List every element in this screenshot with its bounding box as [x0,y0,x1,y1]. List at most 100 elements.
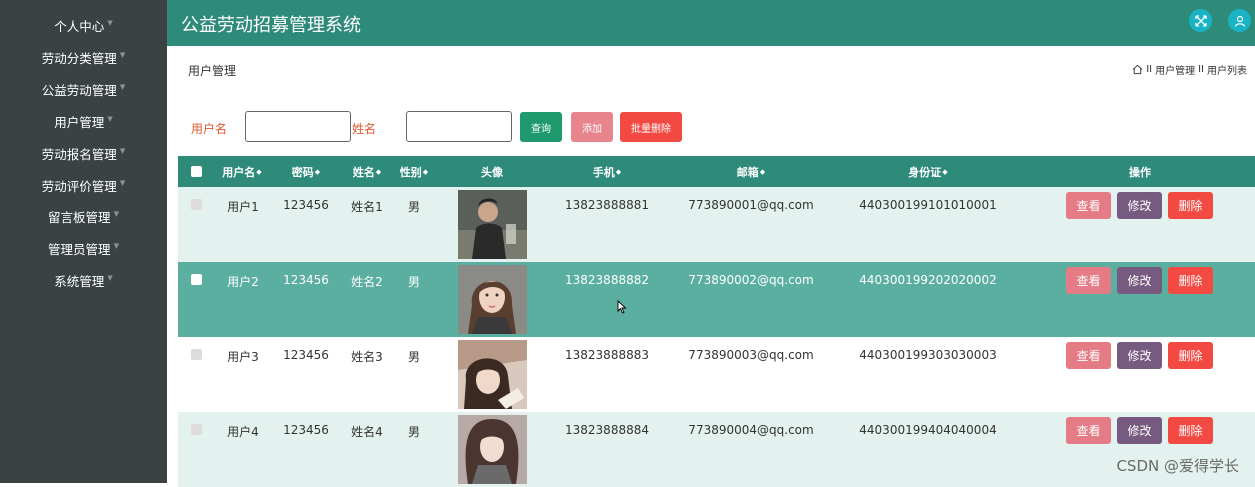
cell-id-card: 440300199303030003 [859,348,997,362]
edit-button[interactable]: 修改 [1117,267,1162,294]
column-email[interactable]: 邮箱 ◆ [737,156,765,187]
sidebar-item-messages[interactable]: 留言板管理 ▼ [0,202,167,230]
home-icon[interactable] [1132,64,1143,75]
row-checkbox[interactable] [191,274,202,285]
batch-delete-button[interactable]: 批量删除 [620,112,682,142]
cell-id-card: 440300199404040004 [859,423,997,437]
column-name[interactable]: 姓名 ◆ [353,156,381,187]
table-row[interactable]: 用户2 123456 姓名2 男 13823888882 773890002@q… [178,262,1255,337]
user-table: 用户名 ◆ 密码 ◆ 姓名 ◆ 性别 ◆ 头像 手机 ◆ 邮箱 ◆ 身份证 ◆ 操作 用户1 … [178,156,1255,487]
sidebar-item-label: 系统管理 [54,273,105,289]
delete-button[interactable]: 删除 [1168,267,1213,294]
sort-icon: ◆ [256,167,262,176]
column-label: 身份证 [908,165,942,179]
avatar [458,190,527,259]
delete-button[interactable]: 删除 [1168,417,1213,444]
sidebar-item-label: 个人中心 [54,18,105,34]
cell-password: 123456 [283,348,329,362]
column-id-card[interactable]: 身份证 ◆ [908,156,947,187]
user-button[interactable] [1228,9,1251,32]
sidebar: 个人中心 ▼ 劳动分类管理 ▼ 公益劳动管理 ▼ 用户管理 ▼ 劳动报名管理 ▼ 劳动评价… [0,0,167,483]
sidebar-item-labor-category[interactable]: 劳动分类管理 ▼ [0,43,167,71]
cell-username: 用户4 [227,425,259,439]
sort-icon: ◆ [422,167,429,176]
query-button[interactable]: 查询 [520,112,562,142]
sidebar-item-label: 公益劳动管理 [41,82,117,98]
row-checkbox[interactable] [191,424,202,435]
column-phone[interactable]: 手机 ◆ [593,156,621,187]
cell-gender: 男 [407,200,421,214]
sidebar-item-signup[interactable]: 劳动报名管理 ▼ [0,139,167,167]
column-label: 邮箱 [736,165,759,179]
column-username[interactable]: 用户名 ◆ [222,156,261,187]
sidebar-item-public-labor[interactable]: 公益劳动管理 ▼ [0,75,167,103]
table-row[interactable]: 用户1 123456 姓名1 男 13823888881 773890001@q… [178,187,1255,262]
caret-down-icon: ▼ [113,242,119,250]
mouse-cursor-icon [617,300,627,314]
row-checkbox[interactable] [191,349,202,360]
breadcrumb-separator: II [1198,64,1204,75]
sort-icon: ◆ [375,167,382,176]
cell-email: 773890002@qq.com [688,273,814,287]
view-button[interactable]: 查看 [1066,417,1111,444]
cell-name: 姓名1 [351,200,383,214]
delete-button[interactable]: 删除 [1168,192,1213,219]
cell-username: 用户2 [227,275,259,289]
sidebar-item-evaluation[interactable]: 劳动评价管理 ▼ [0,171,167,199]
select-all-checkbox[interactable] [191,166,202,177]
app-title: 公益劳动招募管理系统 [181,15,361,36]
view-button[interactable]: 查看 [1066,267,1111,294]
sidebar-item-label: 用户管理 [54,114,105,130]
sort-icon: ◆ [759,167,766,176]
column-label: 操作 [1129,165,1151,179]
table-row[interactable]: 用户3 123456 姓名3 男 13823888883 773890003@q… [178,337,1255,412]
user-icon [1234,15,1245,27]
cell-email: 773890004@qq.com [688,423,814,437]
column-label: 头像 [481,165,503,179]
sidebar-item-users[interactable]: 用户管理 ▼ [0,107,167,135]
caret-down-icon: ▼ [119,83,126,91]
page-title: 用户管理 [188,64,237,78]
edit-button[interactable]: 修改 [1117,342,1162,369]
cell-id-card: 440300199202020002 [859,273,997,287]
sidebar-item-system[interactable]: 系统管理 ▼ [0,266,167,294]
breadcrumb-separator: II [1146,64,1153,75]
sidebar-item-profile[interactable]: 个人中心 ▼ [0,11,167,39]
cell-password: 123456 [283,423,329,437]
column-gender[interactable]: 性别 ◆ [400,156,428,187]
view-button[interactable]: 查看 [1066,192,1111,219]
username-input[interactable] [245,111,351,142]
delete-button[interactable]: 删除 [1168,342,1213,369]
sort-icon: ◆ [314,167,321,176]
cell-phone: 13823888884 [565,423,649,437]
column-actions: 操作 [1129,156,1151,187]
sidebar-item-admins[interactable]: 管理员管理 ▼ [0,234,167,262]
top-bar: 公益劳动招募管理系统 [167,0,1255,46]
sidebar-item-label: 劳动报名管理 [41,146,117,162]
breadcrumb-item: 用户列表 [1207,66,1247,77]
caret-down-icon: ▼ [113,210,119,218]
breadcrumb-item[interactable]: 用户管理 [1155,62,1195,77]
column-label: 姓名 [352,165,375,179]
view-button[interactable]: 查看 [1066,342,1111,369]
row-checkbox[interactable] [191,199,202,210]
edit-button[interactable]: 修改 [1117,417,1162,444]
avatar [458,265,527,334]
column-label: 性别 [399,165,422,179]
column-password[interactable]: 密码 ◆ [292,156,320,187]
avatar [458,340,527,409]
cell-name: 姓名2 [351,275,383,289]
column-label: 用户名 [222,165,256,179]
avatar [458,415,527,484]
table-header: 用户名 ◆ 密码 ◆ 姓名 ◆ 性别 ◆ 头像 手机 ◆ 邮箱 ◆ 身份证 ◆ 操作 [178,156,1255,187]
edit-button[interactable]: 修改 [1117,192,1162,219]
fullscreen-button[interactable] [1189,9,1212,32]
name-label: 姓名 [352,122,377,136]
name-input[interactable] [406,111,512,142]
table-row[interactable]: 用户4 123456 姓名4 男 13823888884 773890004@q… [178,412,1255,487]
cell-phone: 13823888881 [565,198,649,212]
add-button[interactable]: 添加 [571,112,613,142]
caret-down-icon: ▼ [119,51,126,59]
cell-gender: 男 [407,350,421,364]
expand-icon [1194,14,1207,27]
